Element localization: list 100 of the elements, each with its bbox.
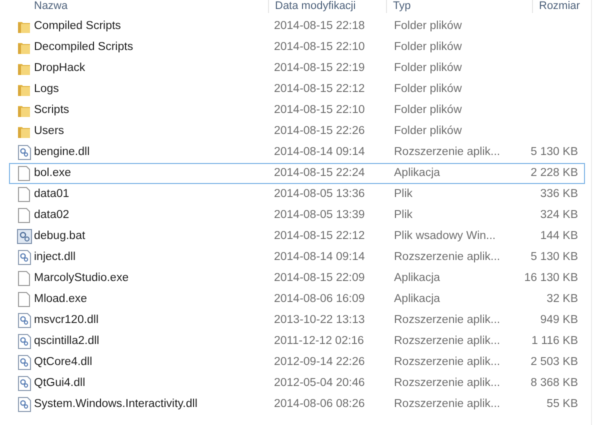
file-name: bol.exe [34, 166, 72, 181]
folder-icon [17, 20, 31, 34]
modified-date: 2012-09-14 22:26 [274, 354, 366, 370]
file-icon [18, 208, 30, 223]
file-name: msvcr120.dll [34, 312, 100, 328]
folder-icon [17, 82, 31, 96]
file-size: 55 KB [546, 396, 578, 412]
column-header[interactable]: Rozmiar [539, 0, 580, 12]
file-icon [18, 187, 30, 202]
file-size: 336 KB [540, 186, 578, 202]
file-type: Plik [394, 186, 414, 202]
file-type: Folder plików [394, 124, 463, 139]
file-type: Rozszerzenie aplik... [394, 396, 502, 412]
file-size: 324 KB [540, 208, 578, 223]
modified-date: 2014-08-14 09:14 [274, 144, 366, 160]
file-row[interactable]: msvcr120.dll 2013-10-22 13:13 Rozszerzenie aplik... 949 KB [9, 310, 585, 331]
file-row[interactable]: Decompiled Scripts 2014-08-15 22:10 Folder plików [9, 37, 585, 58]
file-type: Rozszerzenie aplik... [394, 144, 502, 160]
file-name: bengine.dll [34, 144, 91, 160]
file-name: qscintilla2.dll [34, 334, 100, 349]
file-row[interactable]: data01 2014-08-05 13:36 Plik 336 KB [9, 184, 585, 205]
file-size: 8 368 KB [530, 376, 578, 391]
column-header[interactable]: Nazwa [34, 0, 68, 12]
file-size: 2 228 KB [530, 166, 578, 181]
file-row[interactable]: Compiled Scripts 2014-08-15 22:18 Folder plików [9, 16, 585, 37]
file-row[interactable]: MarcolyStudio.exe 2014-08-15 22:09 Aplikacja 16 130 KB [9, 268, 585, 289]
file-icon [18, 271, 30, 286]
file-row[interactable]: debug.bat 2014-08-15 22:12 Plik wsadowy Win... 144 KB [9, 226, 585, 247]
file-size: 16 130 KB [524, 270, 578, 286]
file-name: Logs [34, 82, 60, 97]
file-row[interactable]: data02 2014-08-05 13:39 Plik 324 KB [9, 205, 585, 226]
file-type: Folder plików [394, 40, 463, 55]
gear-document-icon [18, 250, 30, 265]
file-type: Aplikacja [394, 270, 442, 286]
file-name: debug.bat [34, 228, 86, 244]
gear-document-icon [18, 397, 30, 412]
file-name: DropHack [34, 60, 86, 76]
file-row[interactable]: Scripts 2014-08-15 22:10 Folder plików [9, 100, 585, 121]
file-size: 5 130 KB [530, 144, 578, 160]
file-name: QtCore4.dll [34, 354, 94, 370]
file-name: Users [34, 124, 66, 139]
file-name: QtGui4.dll [34, 376, 86, 391]
modified-date: 2014-08-15 22:19 [274, 60, 366, 76]
file-name: Mload.exe [34, 292, 88, 307]
modified-date: 2014-08-06 16:09 [274, 292, 366, 307]
gear-document-icon [18, 313, 30, 328]
file-row[interactable]: bengine.dll 2014-08-14 09:14 Rozszerzenie aplik... 5 130 KB [9, 142, 585, 163]
gear-document-icon [18, 376, 30, 391]
modified-date: 2014-08-15 22:12 [274, 82, 366, 97]
gear-document-icon [18, 334, 30, 349]
file-row[interactable]: DropHack 2014-08-15 22:19 Folder plików [9, 58, 585, 79]
file-type: Aplikacja [394, 166, 442, 181]
file-name: MarcolyStudio.exe [34, 270, 130, 286]
file-icon [18, 292, 30, 307]
folder-icon [17, 62, 31, 76]
file-row[interactable]: QtGui4.dll 2012-05-04 20:46 Rozszerzenie aplik... 8 368 KB [9, 373, 585, 394]
file-row[interactable]: Mload.exe 2014-08-06 16:09 Aplikacja 32 KB [9, 289, 585, 310]
file-row[interactable]: inject.dll 2014-08-14 09:14 Rozszerzenie aplik... 5 130 KB [9, 247, 585, 268]
file-name: System.Windows.Interactivity.dll [34, 396, 198, 412]
file-type: Plik wsadowy Win... [394, 228, 497, 244]
file-row[interactable]: Users 2014-08-15 22:26 Folder plików [9, 121, 585, 142]
file-row[interactable]: System.Windows.Interactivity.dll 2014-08-06 08:26 Rozszerzenie aplik... 55 KB [9, 394, 585, 415]
file-type: Plik [394, 208, 414, 223]
modified-date: 2011-12-12 02:16 [274, 334, 365, 349]
column-header[interactable]: Data modyfikacji [275, 0, 356, 12]
file-row[interactable]: QtCore4.dll 2012-09-14 22:26 Rozszerzenie aplik... 2 503 KB [9, 352, 585, 373]
file-type: Aplikacja [394, 292, 442, 307]
gear-document-icon [18, 355, 30, 370]
modified-date: 2014-08-15 22:26 [274, 124, 366, 139]
file-size: 1 116 KB [532, 334, 578, 349]
modified-date: 2013-10-22 13:13 [274, 312, 366, 328]
file-type: Rozszerzenie aplik... [394, 250, 502, 265]
file-type: Rozszerzenie aplik... [394, 312, 502, 328]
file-name: Scripts [34, 102, 70, 118]
file-type: Folder plików [394, 82, 463, 97]
modified-date: 2014-08-15 22:12 [274, 228, 366, 244]
file-name: data02 [34, 208, 70, 223]
gear-document-icon [18, 145, 30, 160]
file-name: inject.dll [34, 250, 77, 265]
file-row[interactable]: Logs 2014-08-15 22:12 Folder plików [9, 79, 585, 100]
modified-date: 2014-08-15 22:10 [274, 102, 366, 118]
file-type: Rozszerzenie aplik... [394, 376, 502, 391]
folder-icon [17, 40, 31, 54]
file-size: 144 KB [540, 228, 578, 244]
folder-icon [17, 104, 31, 118]
column-header[interactable]: Typ [393, 0, 411, 12]
file-type: Folder plików [394, 18, 463, 34]
file-name: Decompiled Scripts [34, 40, 134, 55]
modified-date: 2012-05-04 20:46 [274, 376, 366, 391]
modified-date: 2014-08-15 22:09 [274, 270, 366, 286]
file-row[interactable]: bol.exe 2014-08-15 22:24 Aplikacja 2 228 KB [9, 163, 585, 184]
file-size: 949 KB [540, 312, 578, 328]
file-size: 2 503 KB [530, 354, 578, 370]
modified-date: 2014-08-05 13:36 [274, 186, 366, 202]
file-type: Rozszerzenie aplik... [394, 354, 502, 370]
file-size: 5 130 KB [530, 250, 578, 265]
file-icon [18, 166, 30, 181]
file-row[interactable]: qscintilla2.dll 2011-12-12 02:16 Rozszerzenie aplik... 1 116 KB [9, 331, 585, 352]
file-name: data01 [34, 186, 70, 202]
gears-window-icon [16, 229, 32, 244]
